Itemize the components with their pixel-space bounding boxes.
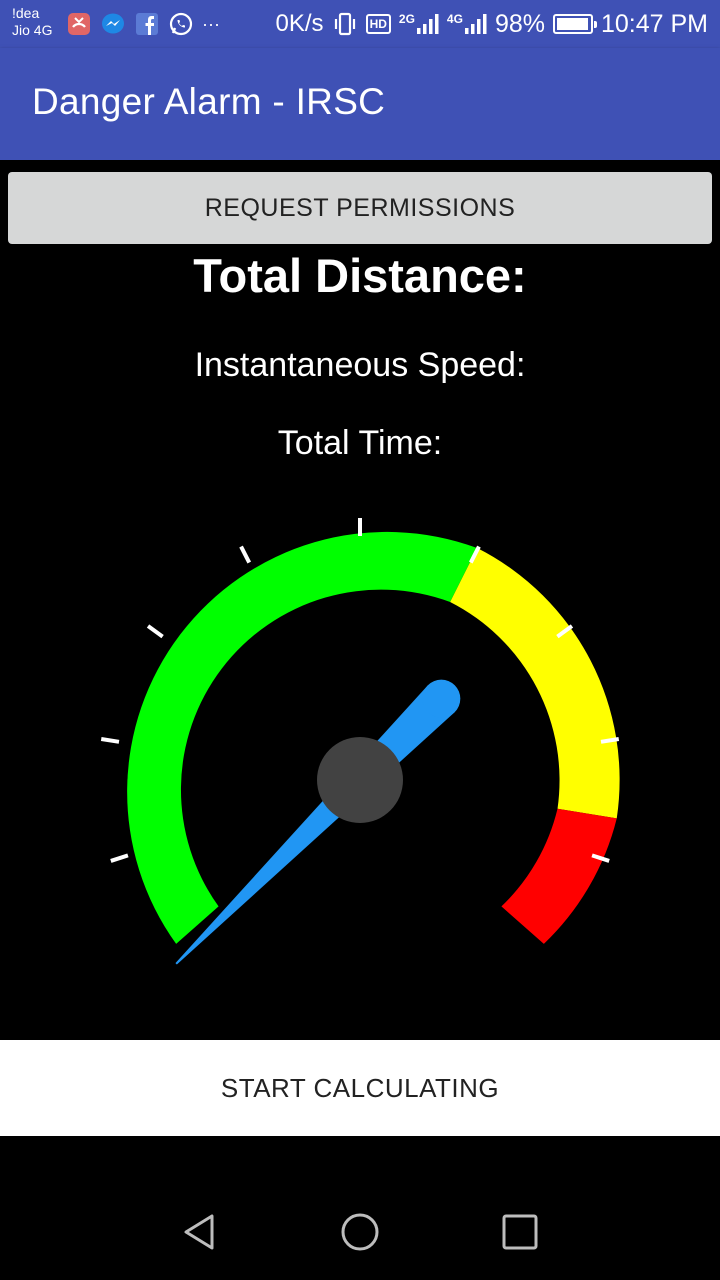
gauge-tick <box>100 737 120 744</box>
status-right: 0K/s HD 2G 4G 98% 10:47 PM <box>276 0 708 48</box>
gauge-tick <box>239 545 252 564</box>
back-icon[interactable] <box>178 1210 222 1254</box>
gauge-tick <box>110 853 129 863</box>
carrier-name-2: Jio 4G <box>12 22 53 38</box>
gauge-tick <box>146 624 164 639</box>
total-distance-label: Total Distance: <box>193 249 527 302</box>
battery-icon <box>552 14 597 34</box>
signal-4g: 4G <box>447 12 487 36</box>
signal-2g: 2G <box>399 12 439 36</box>
notification-icons: ··· <box>66 10 220 38</box>
net-speed: 0K/s <box>275 10 324 37</box>
hd-badge: HD <box>365 14 391 34</box>
gauge-tick <box>600 737 620 744</box>
status-bar: !dea Jio 4G ··· 0K/s HD 2G 4G 98% 10:47 … <box>0 0 720 48</box>
clock: 10:47 PM <box>600 9 708 38</box>
total-time-label: Total Time: <box>277 424 443 462</box>
gauge-needle <box>175 685 455 965</box>
battery-percent: 98% <box>494 9 545 38</box>
gauge-needle-tip <box>422 679 461 718</box>
signal-2g-label: 2G <box>398 12 415 26</box>
messenger-icon <box>100 11 126 37</box>
start-calculating-button[interactable]: START CALCULATING <box>0 1040 720 1136</box>
signal-bars-icon <box>416 14 439 34</box>
speedometer-gauge <box>100 518 620 965</box>
signal-4g-label: 4G <box>446 12 463 26</box>
app-bar: Danger Alarm - IRSC <box>0 48 720 160</box>
gauge-hub <box>317 737 403 823</box>
instantaneous-speed-label: Instantaneous Speed: <box>194 346 526 384</box>
gauge-arc-red <box>501 808 617 944</box>
navigation-bar <box>0 1184 720 1280</box>
missed-call-icon <box>66 11 92 37</box>
facebook-icon <box>134 11 160 37</box>
recents-icon[interactable] <box>498 1210 542 1254</box>
gauge-arc-yellow <box>450 548 620 819</box>
vibrate-icon <box>332 11 358 37</box>
carrier-info: !dea Jio 4G <box>12 5 52 39</box>
more-notifications-icon: ··· <box>202 13 220 34</box>
request-permissions-button[interactable]: REQUEST PERMISSIONS <box>8 172 712 244</box>
home-icon[interactable] <box>338 1210 382 1254</box>
carrier-name-1: !dea <box>12 5 40 21</box>
app-title: Danger Alarm - IRSC <box>32 81 386 122</box>
signal-bars-icon <box>464 14 487 34</box>
whatsapp-icon <box>168 11 194 37</box>
